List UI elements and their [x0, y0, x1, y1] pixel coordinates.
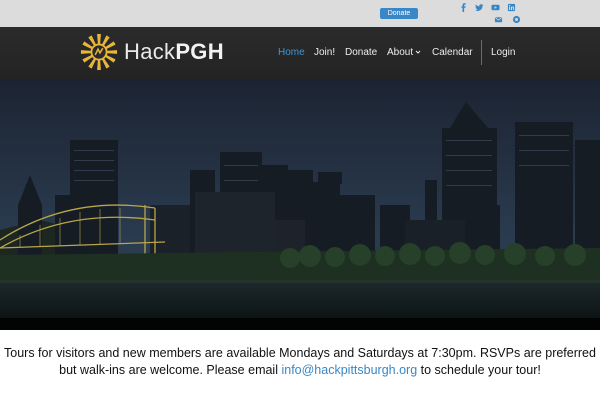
logo-text-hack: Hack	[124, 39, 176, 64]
skyline-image	[0, 80, 600, 330]
twitter-icon[interactable]	[475, 3, 484, 12]
nav-about[interactable]: About	[387, 47, 421, 58]
top-utility-bar: Donate	[0, 0, 600, 27]
tour-info-closing: to schedule your tour!	[420, 362, 541, 377]
contact-links-row	[494, 15, 521, 24]
meetup-icon[interactable]	[512, 15, 521, 24]
nav-login[interactable]: Login	[491, 47, 515, 58]
chevron-down-icon	[415, 51, 421, 55]
youtube-icon[interactable]	[491, 3, 500, 12]
nav-join[interactable]: Join!	[314, 47, 335, 58]
social-links-row	[459, 3, 516, 12]
site-header: HackPGH Home Join! Donate About Calendar…	[0, 27, 600, 80]
email-link[interactable]: info@hackpittsburgh.org	[281, 363, 417, 377]
nav-donate[interactable]: Donate	[345, 47, 377, 58]
hackpgh-logo-icon	[80, 33, 118, 71]
logo-text-pgh: PGH	[175, 39, 224, 64]
email-icon[interactable]	[494, 15, 503, 24]
nav-calendar[interactable]: Calendar	[432, 47, 473, 58]
logo-wordmark: HackPGH	[124, 33, 224, 71]
site-logo[interactable]: HackPGH	[80, 33, 224, 71]
nav-about-label: About	[387, 47, 414, 58]
linkedin-icon[interactable]	[507, 3, 516, 12]
tour-info-text: Tours for visitors and new members are a…	[0, 345, 600, 378]
facebook-icon[interactable]	[459, 3, 468, 12]
nav-home[interactable]: Home	[278, 47, 305, 58]
hero-banner	[0, 80, 600, 330]
top-donate-button[interactable]: Donate	[380, 8, 418, 19]
nav-divider	[481, 40, 482, 65]
